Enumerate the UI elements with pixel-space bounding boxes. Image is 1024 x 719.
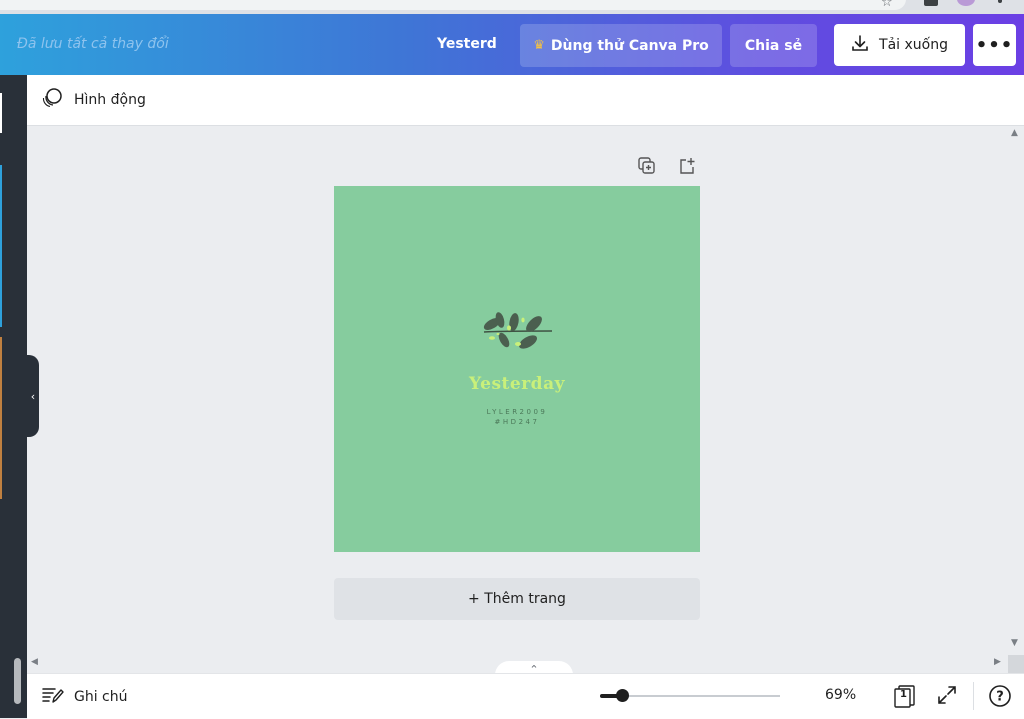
duplicate-page-icon[interactable] [637,156,657,176]
download-label: Tải xuống [879,37,948,53]
design-subtitle-text[interactable]: LYLER2009 [334,408,700,416]
page-count-button[interactable]: 1 [893,684,917,712]
side-panel [0,75,27,718]
animate-label: Hình động [74,92,146,108]
scroll-left-arrow-icon[interactable]: ◀ [31,657,38,667]
save-status: Đã lưu tất cả thay đổi [17,36,169,52]
try-pro-label: Dùng thử Canva Pro [550,37,709,54]
side-panel-tab[interactable] [0,165,2,327]
share-label: Chia sẻ [744,37,803,54]
more-icon: ••• [975,34,1014,56]
notes-label: Ghi chú [74,689,128,705]
browser-menu-icon[interactable] [998,0,1002,3]
side-panel-tab[interactable] [0,93,2,133]
collapse-panel-button[interactable]: ‹ [27,355,39,437]
scroll-down-arrow-icon[interactable]: ▼ [1011,638,1018,648]
try-canva-pro-button[interactable]: ♛ Dùng thử Canva Pro [520,24,722,67]
profile-avatar[interactable] [957,0,975,6]
side-panel-scrollbar[interactable] [14,658,21,704]
scrollbar-corner [1008,655,1024,673]
browser-toolbar: ☆ [0,0,1024,14]
context-toolbar: Hình động [27,75,1024,126]
add-page-label: + Thêm trang [468,591,566,607]
design-hashtag-text[interactable]: #HD247 [334,418,700,426]
zoom-slider[interactable] [600,689,780,702]
more-options-button[interactable]: ••• [973,24,1016,66]
footer-divider [973,682,974,710]
add-page-button[interactable]: + Thêm trang [334,578,700,620]
svg-text:?: ? [996,690,1004,705]
design-page[interactable]: Yesterday LYLER2009 #HD247 [334,186,700,552]
bookmark-star-icon[interactable]: ☆ [881,0,893,10]
scroll-up-arrow-icon[interactable]: ▲ [1011,128,1018,138]
page-actions [637,156,697,176]
notes-button[interactable]: Ghi chú [42,686,128,708]
notes-icon [42,686,64,708]
download-icon [851,34,869,56]
editor-header: Đã lưu tất cả thay đổi Yesterd ♛ Dùng th… [0,14,1024,75]
page-count-number: 1 [900,689,907,700]
chevron-left-icon: ‹ [30,389,36,403]
zoom-slider-handle[interactable] [615,689,629,702]
animation-icon [41,87,65,113]
editor-footer: Ghi chú 69% 1 ? [27,673,1024,719]
design-title-text[interactable]: Yesterday [334,374,700,394]
zoom-level[interactable]: 69% [825,687,856,703]
help-icon[interactable]: ? [988,684,1012,712]
side-panel-tab[interactable] [0,337,2,499]
share-button[interactable]: Chia sẻ [730,24,817,67]
download-button[interactable]: Tải xuống [834,24,965,66]
leaf-branch-graphic[interactable] [480,306,556,362]
add-page-icon[interactable] [677,156,697,176]
address-bar[interactable] [0,0,906,10]
scroll-right-arrow-icon[interactable]: ▶ [994,657,1001,667]
extensions-icon[interactable] [924,0,938,6]
animate-button[interactable]: Hình động [41,87,146,113]
crown-icon: ♛ [533,38,545,53]
fullscreen-icon[interactable] [936,684,958,710]
document-title[interactable]: Yesterd [437,36,497,52]
